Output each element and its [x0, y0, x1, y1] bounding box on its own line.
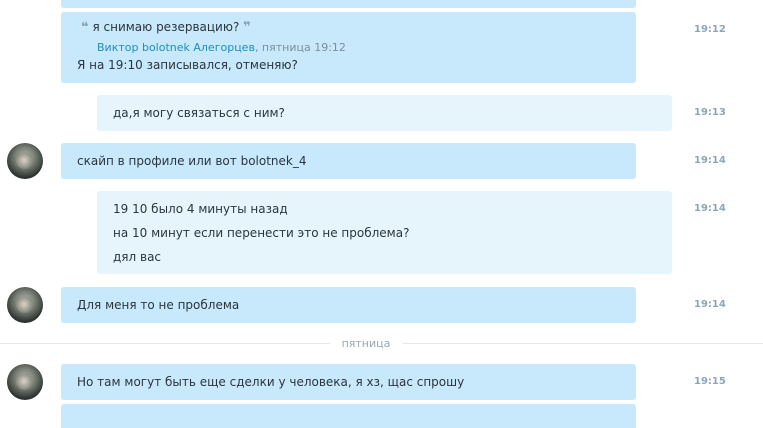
message-time: 19:14 — [694, 203, 726, 214]
message-time: 19:15 — [694, 376, 726, 387]
message-bubble[interactable]: ❝ я снимаю резервацию? ❞ Виктор bolotnek… — [61, 12, 636, 83]
message-time: 19:12 — [694, 24, 726, 35]
message-bubble[interactable]: Для меня то не проблема — [61, 287, 636, 323]
message-bubble[interactable]: да,я могу связаться с ним? — [97, 95, 672, 131]
message-time: 19:14 — [694, 299, 726, 310]
chat-history: ❝ я снимаю резервацию? ❞ Виктор bolotnek… — [0, 0, 763, 428]
message-text: скайп в профиле или вот bolotnek_4 — [77, 154, 307, 168]
message-text: да,я могу связаться с ним? — [113, 106, 285, 120]
message-text: на 10 минут если перенести это не пробле… — [113, 226, 410, 240]
user-avatar[interactable] — [7, 364, 43, 400]
message-time: 19:14 — [694, 155, 726, 166]
user-avatar[interactable] — [7, 143, 43, 179]
message-time: 19:13 — [694, 107, 726, 118]
message-bubble-partial[interactable] — [61, 0, 636, 8]
message-bubble-partial[interactable] — [61, 404, 636, 428]
user-avatar[interactable] — [7, 287, 43, 323]
message-text: дял вас — [113, 250, 162, 264]
quote-open-icon: ❝ — [81, 20, 89, 35]
quote-text: я снимаю резервацию? — [92, 20, 240, 34]
message-bubble[interactable]: Но там могут быть еще сделки у человека,… — [61, 364, 636, 400]
message-bubble[interactable]: 19 10 было 4 минуты назад на 10 минут ес… — [97, 191, 672, 274]
date-divider-label: пятница — [330, 337, 402, 350]
quote-author-link[interactable]: Виктор bolotnek Алегорцев — [97, 41, 255, 54]
quote-timestamp: , пятница 19:12 — [254, 41, 346, 54]
message-text: Я на 19:10 записывался, отменяю? — [77, 58, 298, 72]
message-text: 19 10 было 4 минуты назад — [113, 202, 288, 216]
message-text: Но там могут быть еще сделки у человека,… — [77, 375, 465, 389]
quote-attribution: Виктор bolotnek Алегорцев, пятница 19:12 — [97, 40, 346, 54]
quote-close-icon: ❞ — [243, 20, 251, 35]
message-bubble[interactable]: скайп в профиле или вот bolotnek_4 — [61, 143, 636, 179]
message-text: Для меня то не проблема — [77, 298, 240, 312]
quoted-message: ❝ я снимаю резервацию? ❞ — [81, 20, 251, 35]
